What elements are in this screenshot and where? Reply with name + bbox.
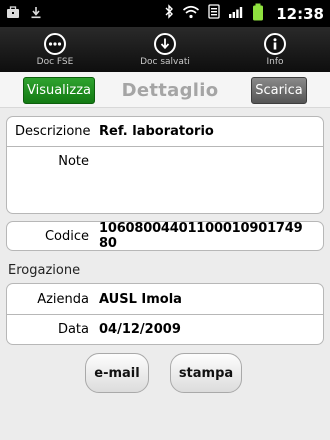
bluetooth-icon [164,4,174,23]
data-value: 04/12/2009 [99,322,181,337]
document-info-card: Descrizione Ref. laboratorio Note [6,116,324,214]
detail-header: Visualizza Dettaglio Scarica [0,72,330,108]
descrizione-row: Descrizione Ref. laboratorio [7,117,323,146]
stampa-button[interactable]: stampa [170,353,242,393]
nav-info-label: Info [266,56,284,67]
erogazione-section-label: Erogazione [8,263,81,278]
status-bar: 12:38 [0,0,330,27]
data-icon [208,4,220,23]
scarica-button[interactable]: Scarica [251,77,307,104]
battery-icon [252,3,264,25]
ellipsis-circle-icon [44,32,66,55]
nav-doc-fse[interactable]: Doc FSE [0,27,110,72]
wifi-icon [182,4,200,23]
note-label: Note [58,154,89,169]
nav-info[interactable]: Info [220,27,330,72]
visualizza-button[interactable]: Visualizza [23,77,95,104]
codice-row: Codice 10608004401100010901749​80 [7,221,323,251]
info-circle-icon [264,32,286,55]
status-time: 12:38 [276,4,324,23]
signal-icon [228,4,244,23]
codice-label: Codice [44,228,89,244]
download-icon [30,4,42,23]
azienda-value: AUSL Imola [99,291,182,307]
email-button[interactable]: e-mail [85,353,149,393]
note-row: Note [7,146,323,213]
nav-doc-salvati-label: Doc salvati [140,56,190,67]
briefcase-icon [6,4,20,23]
descrizione-label: Descrizione [15,124,91,139]
codice-value: 10608004401100010901749​80 [99,221,303,251]
nav-doc-fse-label: Doc FSE [36,56,74,67]
nav-doc-salvati[interactable]: Doc salvati [110,27,220,72]
descrizione-value: Ref. laboratorio [99,124,214,139]
codice-card: Codice 10608004401100010901749​80 [6,221,324,251]
azienda-row: Azienda AUSL Imola [7,284,323,314]
data-label: Data [57,322,89,337]
erogazione-card: Azienda AUSL Imola Data 04/12/2009 [6,283,324,345]
data-row: Data 04/12/2009 [7,314,323,344]
action-bar: Doc FSE Doc salvati Info [0,27,330,72]
azienda-label: Azienda [37,291,89,307]
download-circle-icon [154,32,176,55]
page-title: Dettaglio [121,80,219,101]
